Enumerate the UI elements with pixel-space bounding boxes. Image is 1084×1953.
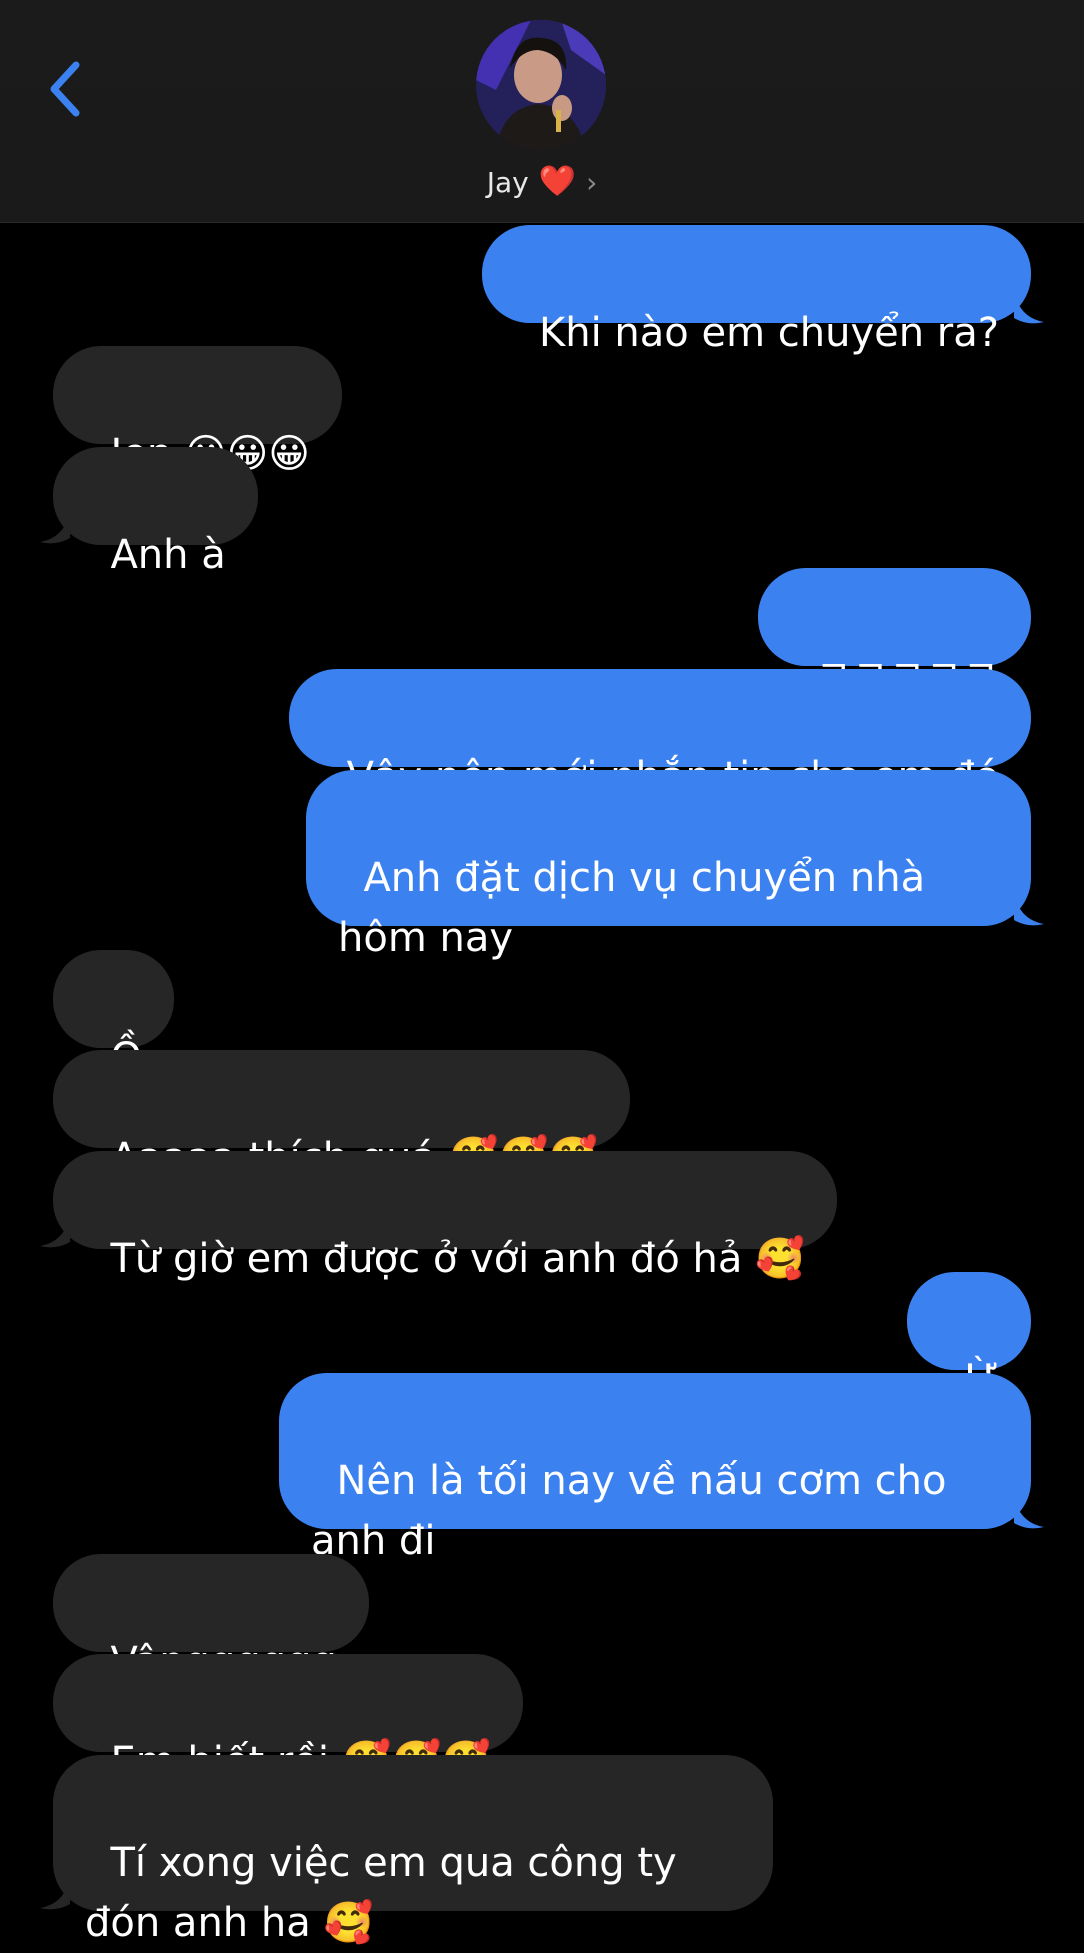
heart-icon: ❤️ [538, 164, 577, 199]
back-button[interactable] [36, 54, 96, 124]
chevron-right-icon: › [586, 165, 598, 199]
message-bubble-outgoing[interactable]: Anh đặt dịch vụ chuyển nhà hôm nay [306, 770, 1031, 961]
bubble-tail [40, 512, 70, 544]
message-bubble-outgoing[interactable]: Vậy nên mới nhắn tin cho em đó [289, 669, 1031, 800]
message-bubble-incoming[interactable]: Từ giờ em được ở với anh đó hả 🥰 [53, 1151, 837, 1282]
message-text: Anh đặt dịch vụ chuyển nhà hôm nay [338, 855, 938, 961]
message-bubble-outgoing[interactable]: Nên là tối nay về nấu cơm cho anh đi [279, 1373, 1031, 1564]
bubble-tail [1014, 1497, 1044, 1529]
message-bubble-incoming[interactable]: Ồ [53, 950, 174, 1081]
message-bubble-outgoing[interactable]: ㅋㅋㅋㅋㅋ [757, 568, 1031, 699]
message-text: Anh à [110, 532, 226, 578]
bubble-tail [1014, 894, 1044, 926]
message-text: Nên là tối nay về nấu cơm cho anh đi [311, 1458, 960, 1564]
message-text: Tí xong việc em qua công ty đón anh ha 🥰 [85, 1840, 690, 1946]
message-bubble-outgoing[interactable]: Ừ [907, 1272, 1031, 1403]
message-bubble-incoming[interactable]: Jen 😀😀😀 [53, 346, 343, 477]
message-bubble-incoming[interactable]: Aaaaa thích quá 🥰🥰🥰 [53, 1050, 631, 1181]
contact-name: Jay [486, 165, 529, 199]
message-bubble-incoming[interactable]: Em biết rồi 🥰🥰🥰 [53, 1654, 524, 1785]
contact-info-link[interactable]: Jay ❤️ › [0, 160, 1084, 204]
avatar-image [476, 20, 606, 150]
contact-avatar[interactable] [476, 20, 606, 150]
message-bubble-incoming[interactable]: Tí xong việc em qua công ty đón anh ha 🥰 [53, 1755, 773, 1946]
bubble-tail [40, 1216, 70, 1248]
bubble-tail [1014, 292, 1044, 324]
message-text: Khi nào em chuyển ra? [539, 310, 999, 356]
bubble-tail [40, 1878, 70, 1910]
message-bubble-incoming[interactable]: Vângggggg [53, 1554, 369, 1685]
message-bubble-outgoing[interactable]: Khi nào em chuyển ra? [481, 225, 1031, 356]
conversation-header: Jay ❤️ › [0, 0, 1084, 223]
message-text: Từ giờ em được ở với anh đó hả 🥰 [110, 1236, 805, 1282]
message-bubble-incoming[interactable]: Anh à [53, 447, 258, 578]
chevron-left-icon [50, 61, 80, 117]
